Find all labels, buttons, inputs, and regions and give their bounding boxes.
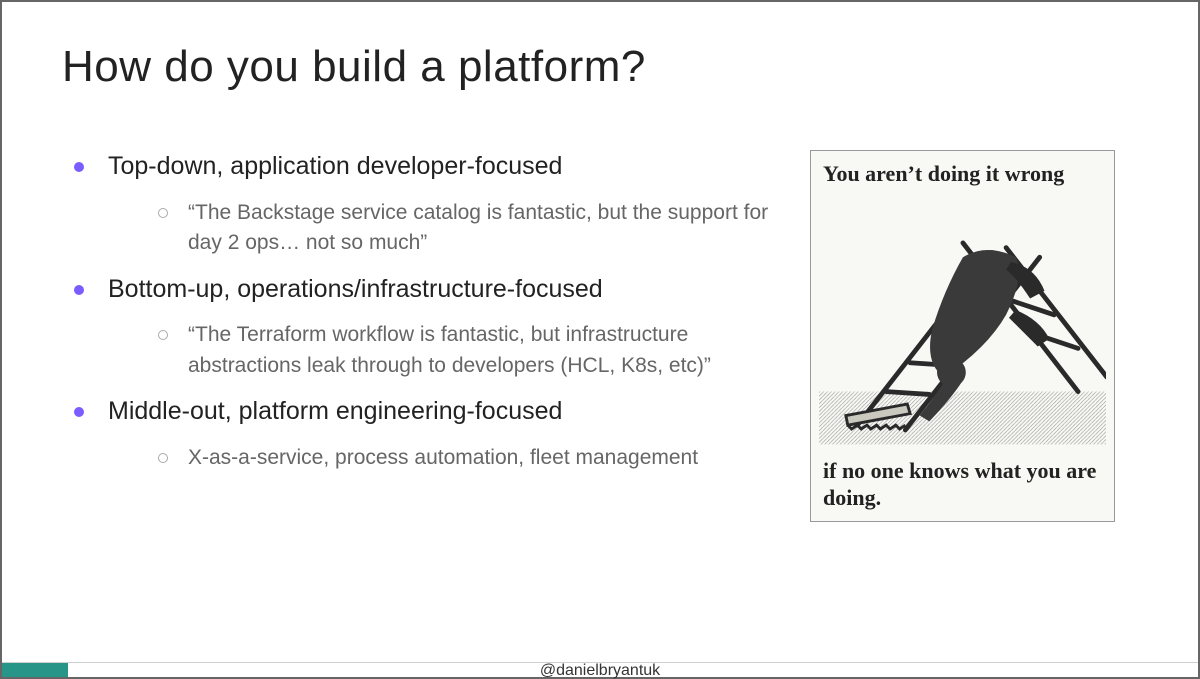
- sub-list: “The Backstage service catalog is fantas…: [108, 198, 792, 259]
- sub-item: “The Terraform workflow is fantastic, bu…: [154, 320, 792, 381]
- bullet-heading: Bottom-up, operations/infrastructure-foc…: [108, 275, 603, 303]
- bullet-heading: Top-down, application developer-focused: [108, 152, 562, 180]
- engraving-icon: [819, 219, 1107, 449]
- bullet-item: Top-down, application developer-focused …: [62, 150, 792, 259]
- content-row: Top-down, application developer-focused …: [62, 150, 1138, 522]
- slide: How do you build a platform? Top-down, a…: [0, 0, 1200, 679]
- left-column: Top-down, application developer-focused …: [62, 150, 792, 487]
- author-handle: @danielbryantuk: [2, 662, 1198, 679]
- bullet-list: Top-down, application developer-focused …: [62, 150, 792, 473]
- slide-title: How do you build a platform?: [62, 42, 1138, 92]
- meme-illustration: [811, 219, 1114, 449]
- meme-card: You aren’t doing it wrong: [810, 150, 1115, 522]
- sub-list: X-as-a-service, process automation, flee…: [108, 443, 792, 473]
- sub-item: “The Backstage service catalog is fantas…: [154, 198, 792, 259]
- bullet-item: Middle-out, platform engineering-focused…: [62, 395, 792, 473]
- meme-top-text: You aren’t doing it wrong: [823, 161, 1102, 187]
- right-column: You aren’t doing it wrong: [810, 150, 1115, 522]
- slide-footer: @danielbryantuk: [2, 649, 1198, 677]
- bullet-item: Bottom-up, operations/infrastructure-foc…: [62, 273, 792, 382]
- bullet-heading: Middle-out, platform engineering-focused: [108, 397, 562, 425]
- sub-item: X-as-a-service, process automation, flee…: [154, 443, 792, 473]
- meme-bottom-text: if no one knows what you are doing.: [823, 458, 1102, 511]
- sub-list: “The Terraform workflow is fantastic, bu…: [108, 320, 792, 381]
